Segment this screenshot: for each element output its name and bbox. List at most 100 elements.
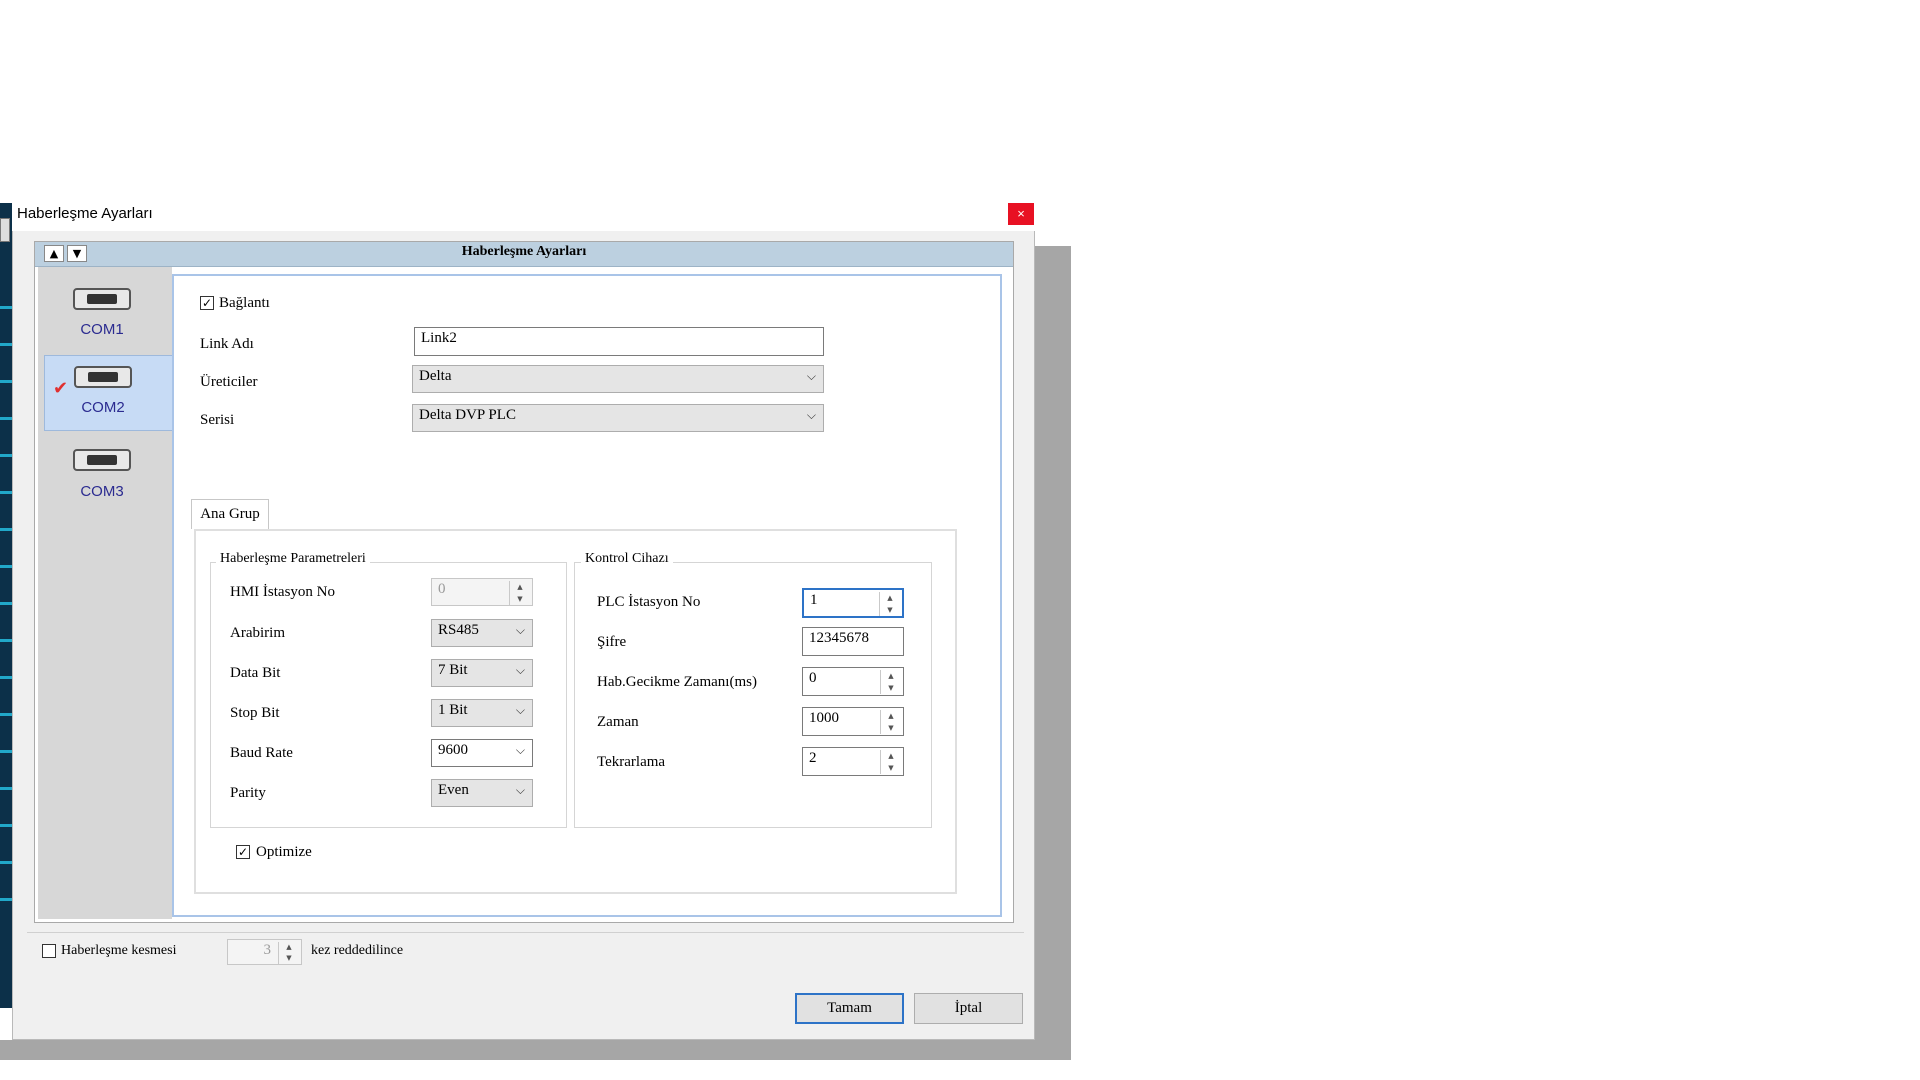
port-item-com1[interactable]: COM1 [44, 278, 172, 354]
stop-bit-select[interactable]: 1 Bit ⌵ [431, 699, 533, 727]
baud-rate-select[interactable]: 9600 ⌵ [431, 739, 533, 767]
hmi-station-label: HMI İstasyon No [230, 584, 335, 600]
retry-spinner[interactable]: 2 ▲ ▼ [802, 747, 904, 776]
port-item-com3[interactable]: COM3 [44, 440, 172, 516]
arrow-up-icon: ▲ [887, 594, 893, 602]
chevron-down-icon: ⌵ [515, 783, 525, 797]
spinner-arrows[interactable]: ▲ ▼ [880, 750, 901, 774]
interface-select[interactable]: RS485 ⌵ [431, 619, 533, 647]
retry-value: 2 [809, 750, 817, 766]
check-mark-icon: ✔ [53, 378, 69, 399]
spinner-arrows[interactable]: ▲ ▼ [509, 581, 530, 605]
baud-rate-label: Baud Rate [230, 745, 293, 761]
stop-bit-value: 1 Bit [438, 702, 468, 718]
comm-break-label: Haberleşme kesmesi [61, 943, 177, 958]
cancel-button[interactable]: İptal [914, 993, 1023, 1024]
comm-break-suffix: kez reddedilince [311, 943, 404, 958]
arrow-down-icon: ▼ [888, 684, 894, 692]
chevron-down-icon: ⌵ [515, 703, 525, 717]
arrow-up-icon: ▲ [517, 583, 523, 591]
parity-select[interactable]: Even ⌵ [431, 779, 533, 807]
chevron-down-icon: ⌵ [515, 623, 525, 637]
chevron-down-icon: ⌵ [515, 743, 525, 757]
comm-params-title: Haberleşme Parametreleri [216, 551, 370, 567]
connection-checkbox[interactable]: ✓ [200, 296, 214, 310]
port-label: COM2 [81, 399, 125, 416]
link-name-input[interactable]: Link2 [414, 327, 824, 356]
retry-label: Tekrarlama [597, 754, 666, 770]
password-label: Şifre [597, 634, 627, 650]
manufacturer-select[interactable]: Delta ⌵ [412, 365, 824, 393]
plc-station-label: PLC İstasyon No [597, 594, 701, 610]
interface-label: Arabirim [230, 625, 285, 641]
parity-label: Parity [230, 785, 266, 801]
data-bit-select[interactable]: 7 Bit ⌵ [431, 659, 533, 687]
arrow-up-icon: ▲ [888, 672, 894, 680]
serial-port-icon [73, 288, 131, 310]
background-app-area-bottom [0, 1040, 1071, 1060]
arrow-down-icon: ▼ [517, 595, 523, 603]
footer-divider [27, 932, 1024, 933]
optimize-checkbox[interactable]: ✓ [236, 845, 250, 859]
ok-button[interactable]: Tamam [795, 993, 904, 1024]
scroll-down-button[interactable]: ▼ [67, 245, 87, 262]
hmi-station-value: 0 [438, 581, 446, 597]
arrow-down-icon: ▼ [888, 724, 894, 732]
delay-spinner[interactable]: 0 ▲ ▼ [802, 667, 904, 696]
interface-value: RS485 [438, 622, 479, 638]
delay-value: 0 [809, 670, 817, 686]
data-bit-value: 7 Bit [438, 662, 468, 678]
stop-bit-label: Stop Bit [230, 705, 280, 721]
time-spinner[interactable]: 1000 ▲ ▼ [802, 707, 904, 736]
manufacturer-value: Delta [419, 368, 452, 384]
baud-rate-value: 9600 [438, 742, 468, 758]
connection-label: Bağlantı [219, 295, 270, 311]
hmi-station-spinner[interactable]: 0 ▲ ▼ [431, 578, 533, 606]
series-value: Delta DVP PLC [419, 407, 516, 423]
port-label: COM3 [80, 483, 124, 500]
close-button[interactable]: × [1008, 203, 1034, 225]
triangle-down-icon: ▼ [72, 247, 82, 260]
plc-station-spinner[interactable]: 1 ▲ ▼ [802, 588, 904, 618]
spinner-arrows[interactable]: ▲ ▼ [879, 592, 900, 616]
series-label: Serisi [200, 412, 235, 428]
chevron-down-icon: ⌵ [515, 663, 525, 677]
optimize-label: Optimize [256, 844, 312, 860]
arrow-up-icon: ▲ [888, 752, 894, 760]
arrow-down-icon: ▼ [286, 954, 292, 962]
port-label: COM1 [80, 321, 124, 338]
arrow-down-icon: ▼ [887, 606, 893, 614]
manufacturer-label: Üreticiler [200, 374, 258, 390]
parity-value: Even [438, 782, 469, 798]
password-input[interactable]: 12345678 [802, 627, 904, 656]
delay-label: Hab.Gecikme Zamanı(ms) [597, 674, 757, 690]
serial-port-icon [74, 366, 132, 388]
dialog-title: Haberleşme Ayarları [17, 205, 153, 222]
close-icon: × [1017, 206, 1025, 221]
triangle-up-icon: ▲ [49, 247, 59, 260]
spinner-arrows[interactable]: ▲ ▼ [278, 942, 299, 964]
comm-break-checkbox[interactable] [42, 944, 56, 958]
plc-station-value: 1 [810, 592, 818, 608]
dialog-titlebar[interactable] [12, 203, 1035, 231]
time-label: Zaman [597, 714, 639, 730]
spinner-arrows[interactable]: ▲ ▼ [880, 670, 901, 694]
time-value: 1000 [809, 710, 839, 726]
chevron-down-icon: ⌵ [806, 408, 816, 422]
serial-port-icon [73, 449, 131, 471]
comm-break-count-spinner[interactable]: 3 ▲ ▼ [227, 939, 302, 965]
arrow-up-icon: ▲ [888, 712, 894, 720]
chevron-down-icon: ⌵ [806, 369, 816, 383]
scroll-up-button[interactable]: ▲ [44, 245, 64, 262]
data-bit-label: Data Bit [230, 665, 281, 681]
comm-break-count-value: 3 [263, 942, 272, 958]
controller-title: Kontrol Cihazı [581, 551, 673, 567]
series-select[interactable]: Delta DVP PLC ⌵ [412, 404, 824, 432]
arrow-up-icon: ▲ [286, 943, 292, 951]
spinner-arrows[interactable]: ▲ ▼ [880, 710, 901, 734]
background-app-area [1035, 246, 1071, 1060]
tab-main-group[interactable]: Ana Grup [191, 499, 269, 529]
settings-header-title: Haberleşme Ayarları [461, 244, 587, 259]
arrow-down-icon: ▼ [888, 764, 894, 772]
background-app-control [0, 218, 10, 242]
